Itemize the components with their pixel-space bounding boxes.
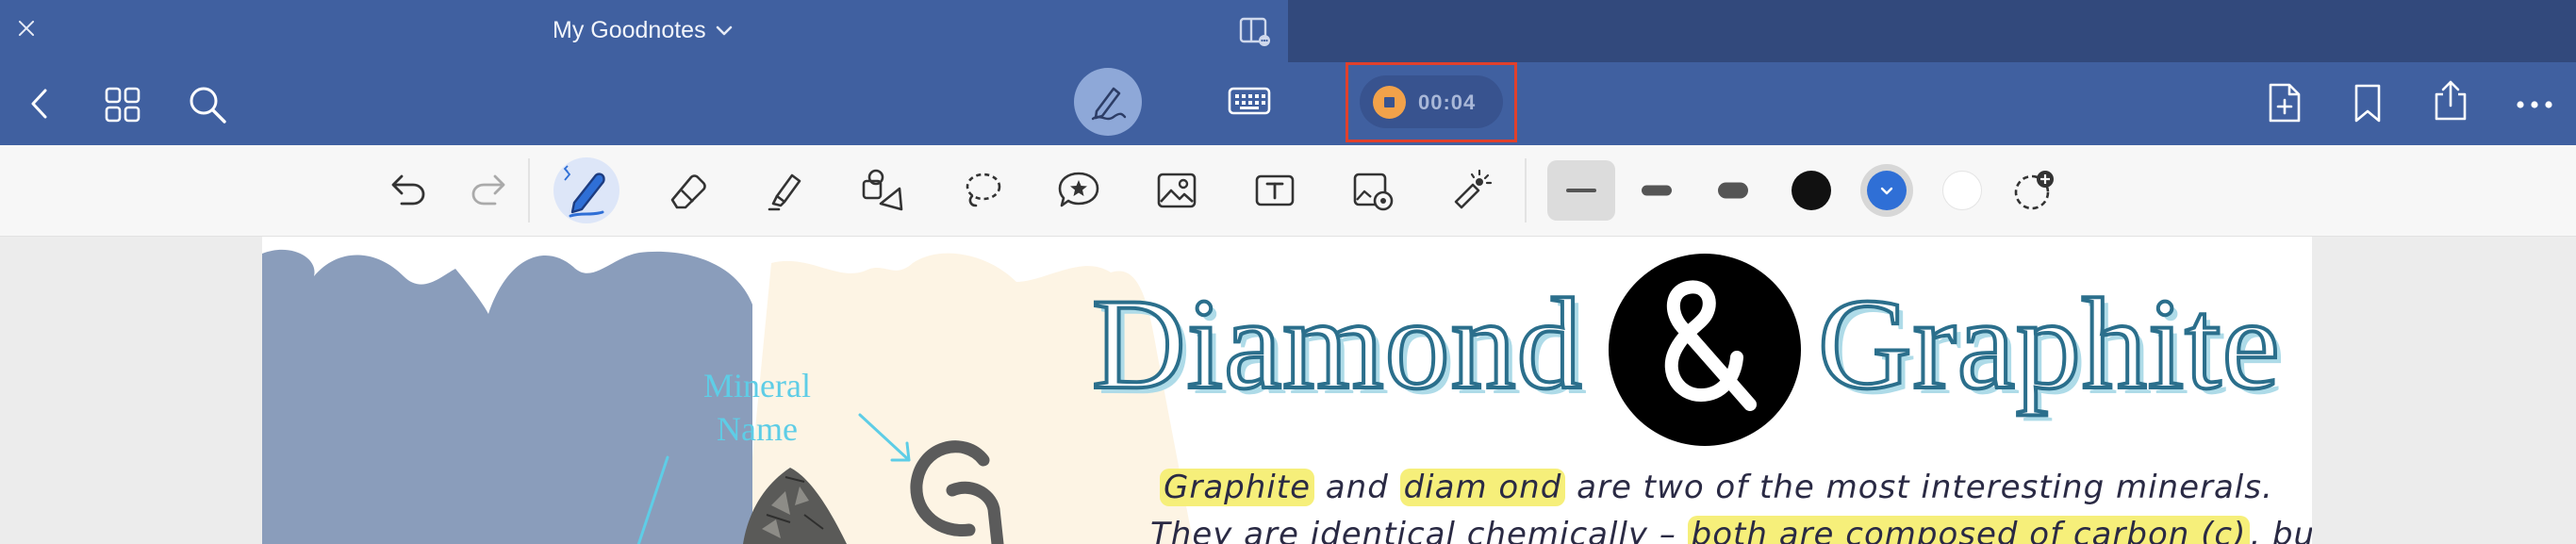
highlighter-icon[interactable]	[762, 168, 807, 213]
image-icon[interactable]	[1154, 168, 1199, 213]
share-icon[interactable]	[2431, 79, 2470, 123]
stroke-thin-preview	[1566, 189, 1596, 192]
document-title: My Goodnotes	[553, 17, 706, 43]
highlight-diamond: diam ond	[1399, 469, 1566, 506]
title-bar-left-pane: My Goodnotes	[0, 0, 1288, 62]
highlight-carbon: both are composed of carbon (c)	[1687, 516, 2251, 544]
grid-view-icon[interactable]	[105, 87, 140, 123]
mineral-name-label: Mineral Name	[677, 364, 837, 451]
back-chevron-icon[interactable]	[28, 87, 51, 121]
note-text: and	[1314, 469, 1400, 506]
title-bar: My Goodnotes	[0, 0, 2576, 62]
c-letter-sketch	[910, 440, 1004, 544]
handwritten-note-line-1: Graphite and diam ond are two of the mos…	[1160, 469, 2273, 506]
sticker-icon[interactable]	[1056, 168, 1101, 213]
shapes-icon[interactable]	[860, 168, 905, 213]
chevron-down-icon	[716, 25, 732, 35]
recording-highlight-box: 00:04	[1346, 62, 1517, 142]
toolbar-divider	[1525, 158, 1527, 223]
keyboard-mode-icon[interactable]	[1228, 85, 1271, 117]
pointer-line	[636, 455, 669, 544]
title-word-diamond: Diamond	[1090, 272, 1584, 416]
document-title-menu[interactable]: My Goodnotes	[553, 17, 733, 44]
add-page-icon[interactable]	[2267, 81, 2303, 124]
stroke-thick-button[interactable]	[1699, 160, 1767, 221]
redo-icon[interactable]	[467, 168, 512, 213]
stroke-thin-button[interactable]	[1547, 160, 1615, 221]
pen-options	[1527, 145, 2576, 236]
notebook-canvas[interactable]: Mineral Name Diamond Graphite Graphite a…	[0, 237, 2576, 544]
recording-timer: 00:04	[1418, 91, 1477, 114]
pen-writing-icon	[1091, 87, 1127, 121]
laser-pointer-icon[interactable]	[1448, 168, 1494, 213]
eraser-icon[interactable]	[665, 168, 710, 213]
undo-icon[interactable]	[385, 168, 430, 213]
ampersand-icon	[1664, 280, 1757, 411]
notebook-page[interactable]: Mineral Name Diamond Graphite Graphite a…	[262, 237, 2312, 544]
ampersand-logo	[1609, 254, 1801, 446]
color-swatch-black[interactable]	[1792, 171, 1831, 210]
title-word-graphite: Graphite	[1816, 272, 2282, 416]
note-text: , but	[2250, 516, 2312, 544]
pen-tool-button[interactable]	[553, 157, 619, 223]
more-options-icon[interactable]	[2516, 100, 2553, 109]
add-color-icon[interactable]	[2011, 168, 2056, 213]
search-icon[interactable]	[188, 85, 227, 124]
camera-icon[interactable]	[1350, 168, 1395, 213]
stroke-medium-button[interactable]	[1623, 160, 1691, 221]
bookmark-icon[interactable]	[2352, 83, 2384, 124]
color-swatch-white[interactable]	[1942, 171, 1982, 210]
audio-recording-pill[interactable]: 00:04	[1360, 75, 1503, 128]
main-toolbar: 00:04	[0, 62, 2576, 145]
mineral-rock-image	[743, 468, 847, 544]
close-icon[interactable]	[16, 18, 37, 39]
chevron-down-icon	[1880, 187, 1893, 195]
toolbar-divider	[528, 158, 530, 223]
color-swatch-blue[interactable]	[1867, 171, 1907, 210]
mineral-label-line-2: Name	[717, 410, 798, 448]
mineral-label-line-1: Mineral	[703, 367, 811, 404]
split-view-icon[interactable]	[1239, 17, 1271, 47]
stroke-medium-preview	[1642, 185, 1672, 196]
note-text: They are identical chemically –	[1150, 516, 1688, 544]
drawing-tools-row	[0, 145, 2576, 237]
text-box-icon[interactable]	[1252, 168, 1297, 213]
highlight-graphite: Graphite	[1160, 469, 1314, 506]
pen-icon	[563, 165, 605, 218]
stroke-thick-preview	[1718, 182, 1748, 199]
lasso-icon[interactable]	[959, 168, 1004, 213]
note-text: are two of the most interesting minerals…	[1565, 469, 2273, 506]
handwriting-mode-button[interactable]	[1074, 68, 1142, 136]
stop-recording-icon[interactable]	[1373, 86, 1406, 119]
handwritten-note-line-2: They are identical chemically – both are…	[1150, 516, 2312, 544]
